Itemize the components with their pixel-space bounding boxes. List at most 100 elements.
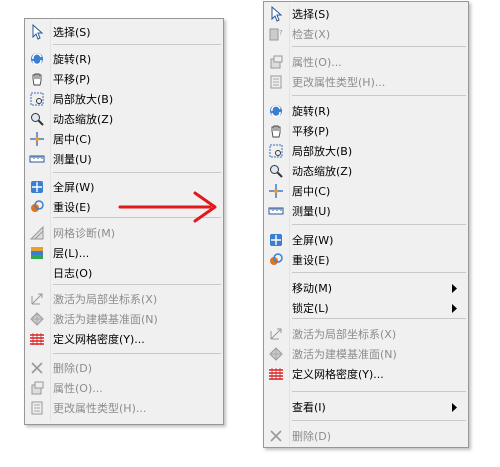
menu-item-label: 平移(P) bbox=[53, 73, 91, 86]
menu-separator bbox=[292, 224, 466, 225]
layers-icon bbox=[29, 245, 45, 261]
menu-item-label: 更改属性类型(H)... bbox=[53, 402, 147, 415]
menu-item: 更改属性类型(H)... bbox=[266, 72, 466, 92]
svg-text:?: ? bbox=[279, 29, 283, 37]
submenu-arrow-icon bbox=[452, 303, 458, 316]
menu-separator bbox=[292, 420, 466, 421]
reset-icon bbox=[268, 252, 284, 268]
menu-item[interactable]: 锁定(L) bbox=[266, 298, 466, 318]
menu-separator bbox=[292, 272, 466, 273]
mesh-diagnose-icon bbox=[29, 225, 45, 241]
menu-item: 激活为局部坐标系(X) bbox=[266, 324, 466, 344]
menu-item-icon-slot bbox=[29, 265, 45, 281]
menu-item-label: 激活为局部坐标系(X) bbox=[53, 293, 158, 306]
properties-icon bbox=[268, 54, 284, 70]
menu-item-label: 动态缩放(Z) bbox=[292, 165, 353, 178]
menu-item-label: 居中(C) bbox=[53, 133, 92, 146]
menu-item-label: 选择(S) bbox=[53, 26, 91, 39]
delete-icon bbox=[268, 428, 284, 444]
menu-item-icon-slot bbox=[268, 280, 284, 296]
submenu-arrow-icon bbox=[452, 402, 458, 415]
menu-item-label: 更改属性类型(H)... bbox=[292, 76, 386, 89]
menu-item-label: 重设(E) bbox=[53, 201, 91, 214]
menu-item-label: 锁定(L) bbox=[292, 302, 329, 315]
menu-item[interactable]: 选择(S) bbox=[266, 4, 466, 24]
menu-item-label: 激活为建模基准面(N) bbox=[53, 313, 158, 326]
menu-item[interactable]: 居中(C) bbox=[266, 181, 466, 201]
menu-item-label: 旋转(R) bbox=[53, 53, 92, 66]
menu-item[interactable]: 平移(P) bbox=[266, 121, 466, 141]
menu-item[interactable]: 层(L)... bbox=[27, 243, 221, 263]
menu-item-label: 全屏(W) bbox=[292, 234, 334, 247]
menu-item-label: 属性(O)... bbox=[53, 382, 103, 395]
menu-separator bbox=[292, 391, 466, 392]
mesh-density-icon bbox=[268, 366, 284, 382]
rotate-icon bbox=[268, 103, 284, 119]
menu-item-label: 局部放大(B) bbox=[53, 93, 114, 106]
menu-item-label: 层(L)... bbox=[53, 247, 90, 260]
menu-item: 激活为建模基准面(N) bbox=[266, 344, 466, 364]
menu-item[interactable]: 移动(M) bbox=[266, 278, 466, 298]
menu-item[interactable]: 重设(E) bbox=[266, 250, 466, 270]
menu-item: 更改属性类型(H)... bbox=[27, 398, 221, 418]
menu-separator bbox=[53, 172, 221, 173]
datum-plane-icon bbox=[268, 346, 284, 362]
change-property-icon bbox=[268, 74, 284, 90]
properties-icon bbox=[29, 380, 45, 396]
menu-item[interactable]: 日志(O) bbox=[27, 263, 221, 283]
menu-item: 网格诊断(M) bbox=[27, 223, 221, 243]
fullscreen-icon bbox=[268, 232, 284, 248]
local-coord-icon bbox=[268, 326, 284, 342]
menu-item-label: 检查(X) bbox=[292, 28, 331, 41]
menu-item: 删除(D) bbox=[266, 426, 466, 446]
delete-icon bbox=[29, 360, 45, 376]
menu-item-label: 查看(I) bbox=[292, 401, 326, 414]
menu-item[interactable]: 查看(I) bbox=[266, 397, 466, 417]
menu-item[interactable]: 定义网格密度(Y)... bbox=[27, 329, 221, 349]
menu-separator bbox=[53, 353, 221, 354]
menu-item-label: 局部放大(B) bbox=[292, 145, 353, 158]
menu-item-label: 属性(O)... bbox=[292, 56, 342, 69]
center-icon bbox=[29, 131, 45, 147]
menu-item-label: 测量(U) bbox=[53, 153, 92, 166]
menu-item-label: 动态缩放(Z) bbox=[53, 113, 114, 126]
menu-item-label: 旋转(R) bbox=[292, 105, 331, 118]
red-arrow-icon bbox=[118, 191, 217, 223]
hand-icon bbox=[268, 123, 284, 139]
menu-item-label: 删除(D) bbox=[292, 430, 332, 443]
menu-item[interactable]: 动态缩放(Z) bbox=[27, 109, 221, 129]
menu-separator bbox=[53, 284, 221, 285]
menu-item[interactable]: 全屏(W) bbox=[266, 230, 466, 250]
menu-item-icon-slot bbox=[268, 399, 284, 415]
menu-item-label: 居中(C) bbox=[292, 185, 331, 198]
context-menu-after: 选择(S)? 检查(X) 属性(O)... 更改属性类型(H)... 旋转(R) 平移(P… bbox=[263, 1, 469, 448]
menu-item[interactable]: 动态缩放(Z) bbox=[266, 161, 466, 181]
menu-item-label: 选择(S) bbox=[292, 8, 330, 21]
menu-separator bbox=[292, 318, 466, 319]
cursor-icon bbox=[29, 24, 45, 40]
zoom-dynamic-icon bbox=[29, 111, 45, 127]
menu-item[interactable]: 平移(P) bbox=[27, 69, 221, 89]
menu-item: 激活为建模基准面(N) bbox=[27, 309, 221, 329]
menu-item: 属性(O)... bbox=[266, 52, 466, 72]
fullscreen-icon bbox=[29, 179, 45, 195]
menu-item[interactable]: 旋转(R) bbox=[27, 49, 221, 69]
menu-item: 删除(D) bbox=[27, 358, 221, 378]
local-coord-icon bbox=[29, 291, 45, 307]
menu-item[interactable]: 局部放大(B) bbox=[27, 89, 221, 109]
menu-item[interactable]: 旋转(R) bbox=[266, 101, 466, 121]
menu-item[interactable]: 定义网格密度(Y)... bbox=[266, 364, 466, 384]
menu-item[interactable]: 测量(U) bbox=[27, 149, 221, 169]
menu-item: 属性(O)... bbox=[27, 378, 221, 398]
menu-item[interactable]: 居中(C) bbox=[27, 129, 221, 149]
menu-item-label: 平移(P) bbox=[292, 125, 330, 138]
menu-item[interactable]: 局部放大(B) bbox=[266, 141, 466, 161]
cursor-icon bbox=[268, 6, 284, 22]
menu-item-label: 日志(O) bbox=[53, 267, 93, 280]
center-icon bbox=[268, 183, 284, 199]
menu-item[interactable]: 选择(S) bbox=[27, 22, 221, 42]
rotate-icon bbox=[29, 51, 45, 67]
zoom-box-icon bbox=[268, 143, 284, 159]
zoom-dynamic-icon bbox=[268, 163, 284, 179]
menu-item[interactable]: 测量(U) bbox=[266, 201, 466, 221]
